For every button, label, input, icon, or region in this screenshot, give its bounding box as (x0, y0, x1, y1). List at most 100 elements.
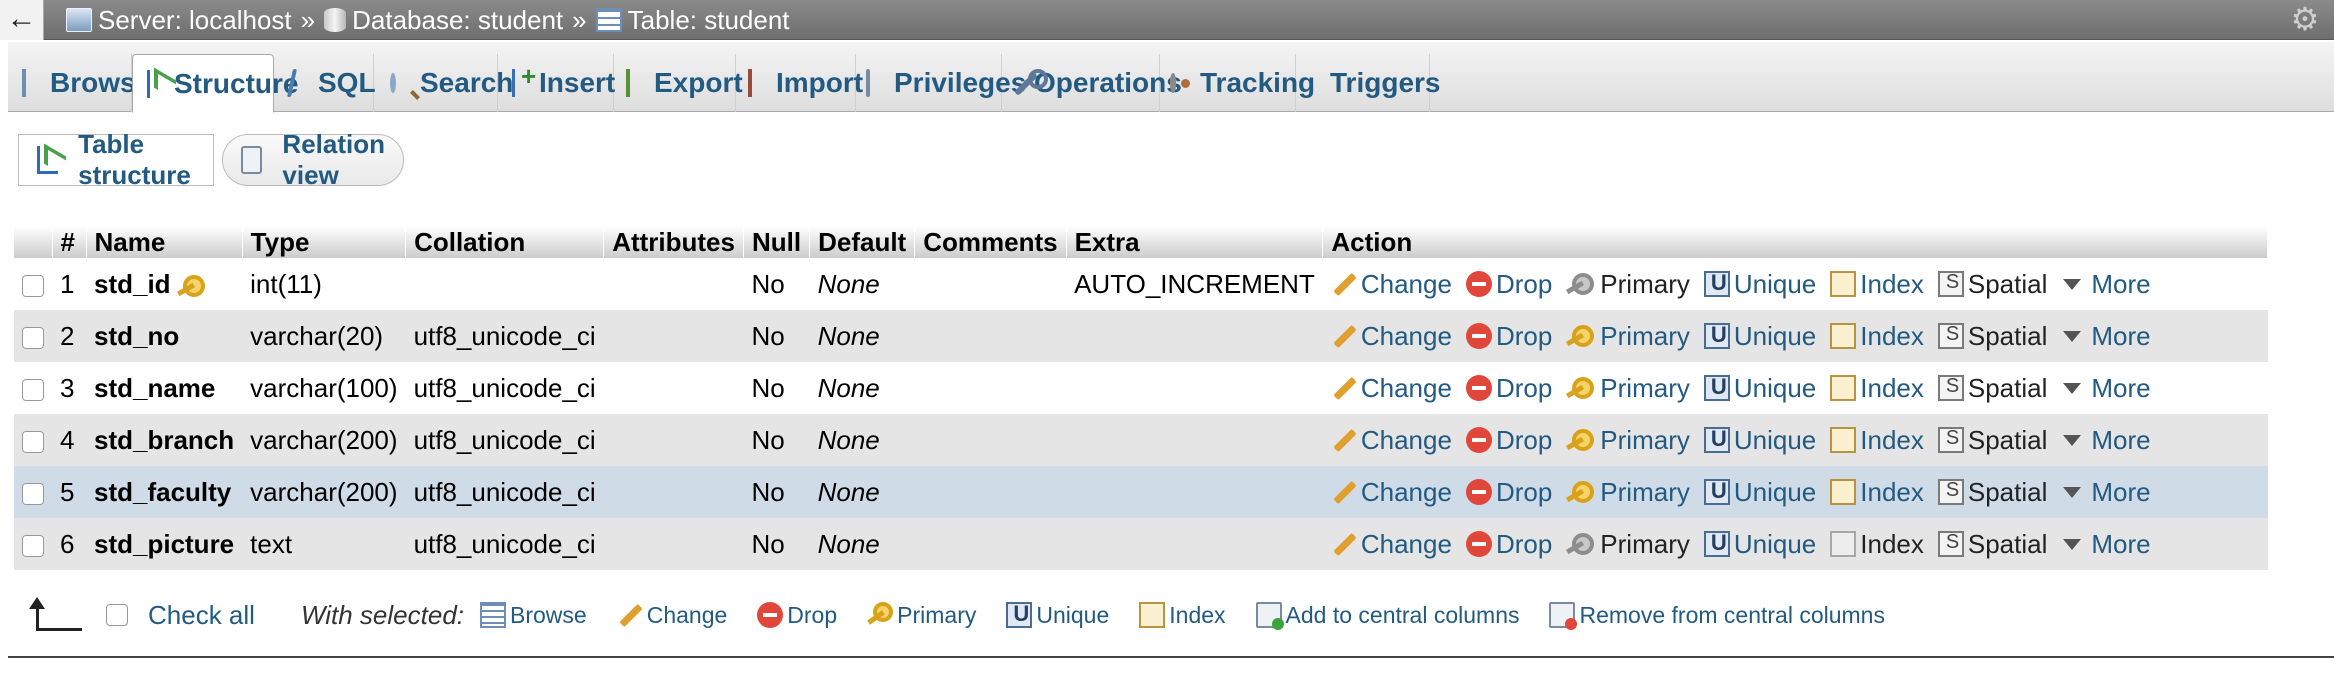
action-drop-button[interactable]: Drop (1465, 269, 1552, 300)
spatial-icon (1937, 375, 1964, 401)
column-attributes (603, 258, 744, 310)
pencil-icon (1331, 271, 1357, 297)
action-unique-button[interactable]: Unique (1703, 269, 1816, 300)
action-unique-label: Unique (1733, 320, 1817, 351)
bulk-add-central-button[interactable]: Add to central columns (1255, 602, 1519, 630)
row-checkbox[interactable] (22, 534, 44, 557)
relation-icon (241, 146, 263, 174)
bulk-index-button[interactable]: Index (1139, 602, 1226, 629)
action-drop-button[interactable]: Drop (1465, 373, 1552, 404)
row-checkbox-cell (14, 414, 52, 466)
action-more-button[interactable]: More (2061, 529, 2151, 560)
gear-icon[interactable]: ⚙ (2288, 2, 2322, 36)
bulk-unique-button[interactable]: Unique (1006, 601, 1109, 629)
action-index-button[interactable]: Index (1830, 269, 1924, 300)
action-drop-button[interactable]: Drop (1465, 321, 1552, 352)
tab-privileges[interactable]: Privileges (856, 54, 1026, 112)
bulk-browse-button[interactable]: Browse (480, 602, 587, 629)
subtab-relation-view[interactable]: Relation view (222, 129, 404, 190)
breadcrumb-server[interactable]: Server: localhost (66, 5, 292, 36)
action-change-button[interactable]: Change (1331, 373, 1452, 404)
tab-browse[interactable]: Browse (8, 54, 151, 112)
check-all-toggle[interactable]: Check all (106, 600, 255, 631)
column-collation: utf8_unicode_ci (405, 310, 604, 362)
tab-structure[interactable]: Structure (132, 54, 298, 113)
action-more-button[interactable]: More (2061, 373, 2151, 404)
tab-import[interactable]: Import (736, 54, 863, 112)
column-type: varchar(20) (242, 310, 406, 362)
key-icon (867, 602, 894, 628)
header-comments[interactable]: Comments (914, 226, 1067, 258)
action-drop-button[interactable]: Drop (1465, 477, 1552, 508)
table-icon (595, 8, 622, 32)
bulk-drop-button[interactable]: Drop (757, 602, 837, 629)
action-spatial-button: Spatial (1937, 424, 2048, 456)
row-checkbox[interactable] (22, 378, 44, 401)
action-unique-label: Unique (1733, 372, 1817, 403)
column-type-value: text (250, 528, 293, 559)
action-more-button[interactable]: More (2061, 269, 2151, 300)
column-attributes (603, 310, 744, 362)
action-index-button[interactable]: Index (1830, 425, 1924, 456)
action-unique-button[interactable]: Unique (1703, 372, 1817, 404)
action-spatial-label: Spatial (1967, 424, 2048, 455)
action-primary-button[interactable]: Primary (1566, 477, 1690, 508)
action-drop-button[interactable]: Drop (1465, 529, 1552, 560)
action-index-button[interactable]: Index (1830, 321, 1924, 352)
bulk-primary-button[interactable]: Primary (867, 602, 976, 629)
header-attributes[interactable]: Attributes (603, 226, 744, 258)
check-all-label[interactable]: Check all (148, 600, 255, 631)
header-number[interactable]: # (52, 226, 87, 258)
action-more-button[interactable]: More (2061, 425, 2151, 456)
arrow-up-left-icon (24, 597, 84, 633)
bulk-remove-central-button[interactable]: Remove from central columns (1549, 602, 1885, 630)
action-change-button[interactable]: Change (1331, 321, 1452, 352)
bulk-change-button[interactable]: Change (617, 602, 728, 629)
action-change-button[interactable]: Change (1331, 425, 1452, 456)
action-index-button[interactable]: Index (1830, 477, 1924, 508)
tab-sql[interactable]: SQL (274, 54, 376, 112)
tab-search[interactable]: Search (374, 54, 513, 112)
action-unique-button[interactable]: Unique (1703, 425, 1816, 456)
action-unique-button[interactable]: Unique (1703, 477, 1816, 508)
action-primary-button[interactable]: Primary (1566, 425, 1690, 456)
tab-tracking[interactable]: Tracking (1160, 54, 1315, 112)
action-change-button[interactable]: Change (1331, 529, 1452, 560)
header-type[interactable]: Type (242, 226, 407, 258)
header-name[interactable]: Name (86, 226, 243, 258)
header-collation[interactable]: Collation (405, 226, 605, 258)
row-checkbox[interactable] (22, 274, 44, 297)
tab-insert[interactable]: Insert (498, 54, 615, 112)
row-checkbox[interactable] (22, 430, 44, 453)
action-primary-button[interactable]: Primary (1566, 321, 1690, 352)
action-more-button[interactable]: More (2061, 321, 2151, 352)
action-unique-button[interactable]: Unique (1703, 529, 1816, 560)
action-change-label: Change (1360, 424, 1452, 455)
tab-triggers[interactable]: Triggers (1296, 54, 1440, 112)
subtab-table-structure[interactable]: Table structure (18, 129, 214, 190)
check-all-checkbox[interactable] (106, 604, 128, 626)
row-checkbox[interactable] (22, 326, 44, 349)
chevron-down-icon (2061, 323, 2087, 349)
tab-export[interactable]: Export (614, 54, 743, 112)
header-default[interactable]: Default (809, 226, 916, 258)
action-primary-button[interactable]: Primary (1566, 373, 1690, 404)
action-more-button[interactable]: More (2061, 477, 2151, 508)
back-arrow-button[interactable]: ← (0, 0, 44, 40)
chevron-down-icon (2061, 531, 2087, 557)
action-change-button[interactable]: Change (1331, 477, 1452, 508)
action-change-button[interactable]: Change (1331, 269, 1452, 300)
action-index-button[interactable]: Index (1830, 373, 1924, 404)
action-unique-button[interactable]: Unique (1703, 320, 1817, 352)
tab-triggers-label: Triggers (1330, 67, 1441, 98)
tab-operations[interactable]: Operations (1002, 54, 1182, 112)
header-null[interactable]: Null (743, 226, 811, 258)
unique-icon (1006, 601, 1033, 628)
column-number: 1 (52, 258, 86, 310)
row-checkbox[interactable] (22, 482, 44, 505)
header-extra[interactable]: Extra (1066, 226, 1324, 258)
column-collation-value: utf8_unicode_ci (413, 476, 596, 507)
breadcrumb-table[interactable]: Table: student (595, 5, 790, 36)
action-drop-button[interactable]: Drop (1465, 425, 1552, 456)
breadcrumb-database[interactable]: Database: student (324, 5, 563, 36)
